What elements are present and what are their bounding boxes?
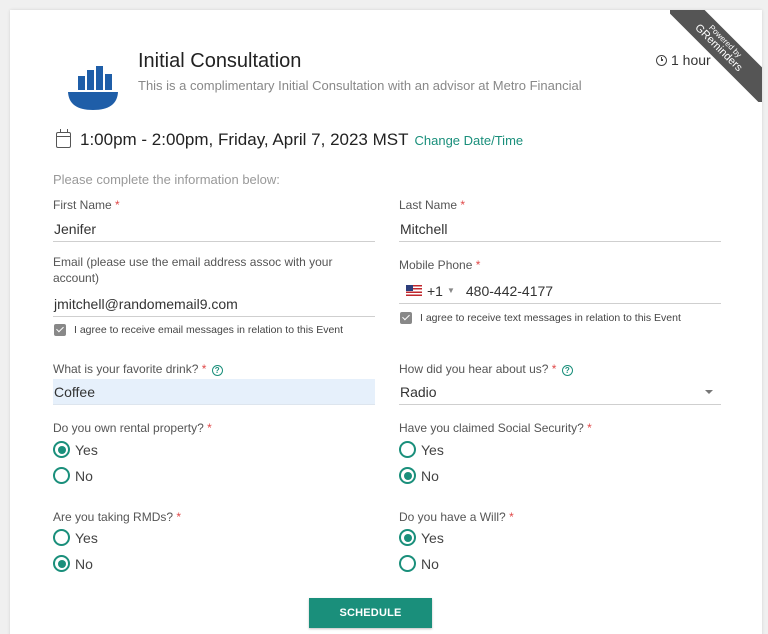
social-security-no-radio[interactable]: No	[399, 467, 439, 484]
last-name-label: Last Name *	[399, 198, 466, 212]
rmds-yes-radio[interactable]: Yes	[53, 529, 98, 546]
rental-no-radio[interactable]: No	[53, 467, 93, 484]
country-caret-icon[interactable]: ▼	[447, 286, 455, 295]
checkbox-checked-icon	[54, 324, 66, 336]
email-input[interactable]: jmitchell@randomemail9.com	[53, 291, 375, 317]
first-name-label: First Name *	[53, 198, 120, 212]
mobile-value: 480-442-4177	[465, 282, 554, 299]
rmds-label: Are you taking RMDs? *	[53, 510, 182, 524]
event-description: This is a complimentary Initial Consulta…	[138, 78, 582, 93]
logo-icon	[68, 66, 118, 115]
checkbox-checked-icon	[400, 312, 412, 324]
text-consent-checkbox[interactable]: I agree to receive text messages in rela…	[400, 312, 681, 324]
datetime-text: 1:00pm - 2:00pm, Friday, April 7, 2023 M…	[80, 130, 409, 149]
change-datetime-link[interactable]: Change Date/Time	[415, 133, 524, 148]
email-label: Email (please use the email address asso…	[53, 255, 333, 285]
radio-selected-icon	[53, 555, 70, 572]
radio-selected-icon	[399, 529, 416, 546]
drink-input[interactable]: Coffee	[53, 379, 375, 405]
schedule-button[interactable]: SCHEDULE	[309, 598, 432, 628]
radio-unselected-icon	[53, 529, 70, 546]
booking-card: Powered by GReminders Initial Consultati…	[10, 10, 762, 634]
drink-label: What is your favorite drink? * ?	[53, 361, 223, 377]
selected-datetime: 1:00pm - 2:00pm, Friday, April 7, 2023 M…	[56, 129, 524, 150]
social-security-label: Have you claimed Social Security? *	[399, 421, 592, 435]
radio-unselected-icon	[399, 441, 416, 458]
dropdown-caret-icon	[705, 390, 713, 394]
form-intro: Please complete the information below:	[53, 172, 280, 187]
rental-yes-radio[interactable]: Yes	[53, 441, 98, 458]
country-dial-code[interactable]: +1	[427, 283, 443, 299]
calendar-icon	[56, 129, 71, 148]
will-yes-radio[interactable]: Yes	[399, 529, 444, 546]
radio-selected-icon	[53, 441, 70, 458]
help-icon[interactable]: ?	[561, 365, 573, 376]
radio-unselected-icon	[53, 467, 70, 484]
mobile-label: Mobile Phone *	[399, 258, 481, 272]
text-consent-label: I agree to receive text messages in rela…	[420, 312, 681, 324]
rental-label: Do you own rental property? *	[53, 421, 212, 435]
radio-unselected-icon	[399, 555, 416, 572]
mobile-input[interactable]: +1 ▼ 480-442-4177	[399, 278, 721, 304]
last-name-input[interactable]: Mitchell	[399, 216, 721, 242]
radio-selected-icon	[399, 467, 416, 484]
email-consent-checkbox[interactable]: I agree to receive email messages in rel…	[54, 324, 343, 336]
event-title: Initial Consultation	[138, 50, 302, 72]
duration-text: 1 hour	[671, 52, 711, 68]
event-duration: 1 hour	[656, 52, 711, 68]
will-label: Do you have a Will? *	[399, 510, 514, 524]
will-no-radio[interactable]: No	[399, 555, 439, 572]
us-flag-icon[interactable]	[406, 285, 422, 296]
email-consent-label: I agree to receive email messages in rel…	[74, 324, 344, 336]
help-icon[interactable]: ?	[211, 365, 223, 376]
first-name-input[interactable]: Jenifer	[53, 216, 375, 242]
social-security-yes-radio[interactable]: Yes	[399, 441, 444, 458]
hear-label: How did you hear about us? * ?	[399, 361, 573, 377]
hear-select[interactable]: Radio	[399, 379, 721, 405]
clock-icon	[656, 54, 667, 66]
rmds-no-radio[interactable]: No	[53, 555, 93, 572]
